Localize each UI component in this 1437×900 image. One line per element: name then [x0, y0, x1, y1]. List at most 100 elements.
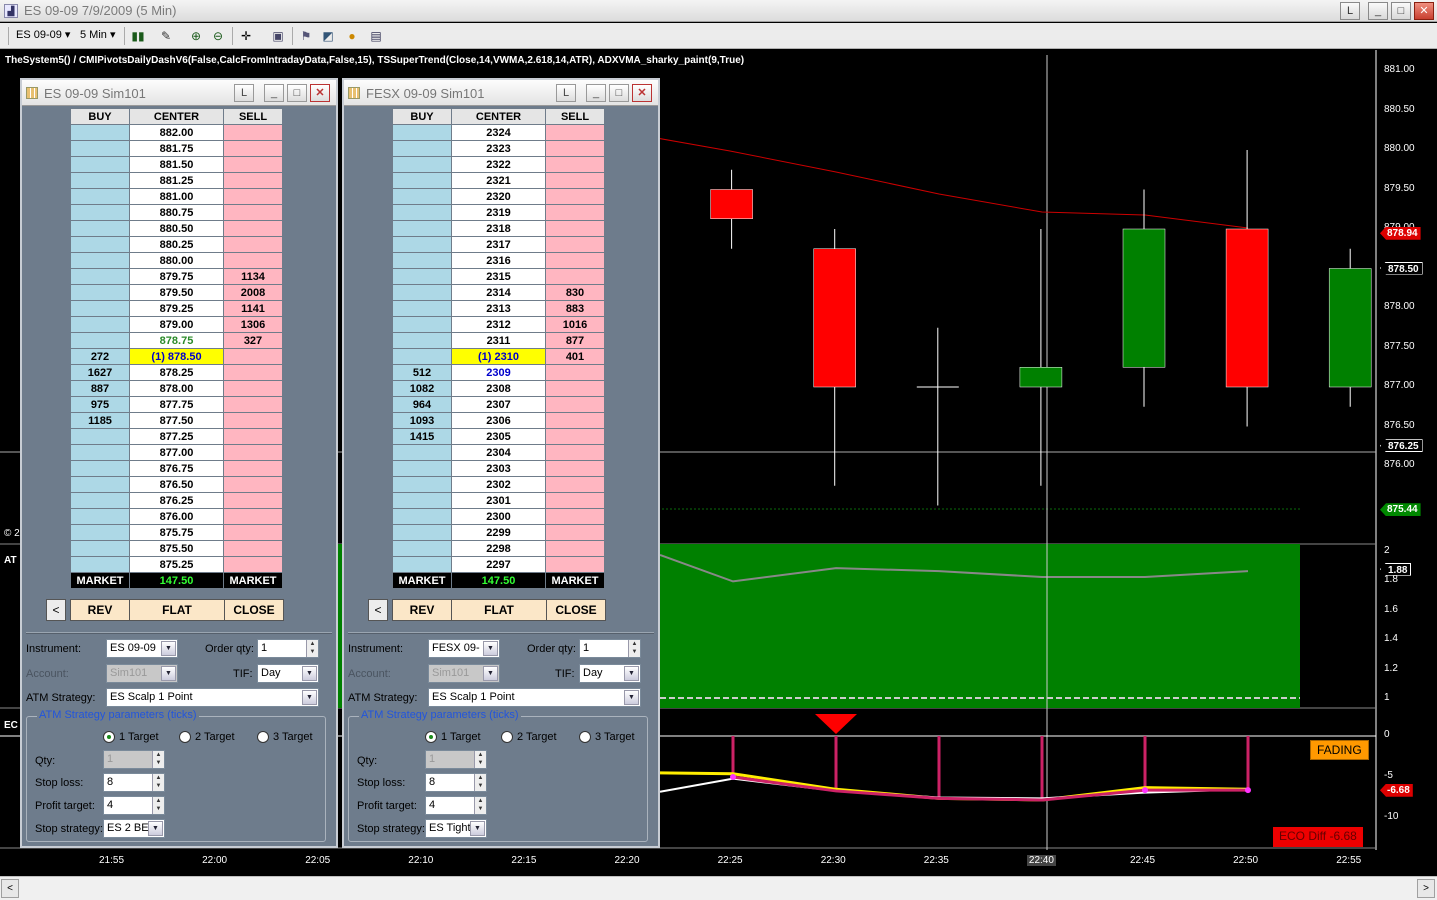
stop-loss-stepper[interactable]: 8 ▲ ▼: [425, 773, 487, 792]
ladder-row[interactable]: 881.75: [70, 140, 283, 157]
instrument-select[interactable]: FESX 09- ▼: [428, 639, 500, 658]
price-cell[interactable]: 879.25: [129, 300, 224, 317]
buy-cell[interactable]: [70, 236, 130, 253]
spinner-icon[interactable]: ▲ ▼: [474, 774, 486, 791]
ladder-row[interactable]: 881.50: [70, 156, 283, 173]
target-radio-2[interactable]: [501, 731, 513, 743]
sell-cell[interactable]: [223, 172, 283, 189]
profit-target-stepper[interactable]: 4 ▲ ▼: [103, 796, 165, 815]
flatten-button[interactable]: FLAT: [451, 599, 547, 621]
maximize-button[interactable]: □: [1391, 2, 1411, 20]
buy-cell[interactable]: [70, 156, 130, 173]
price-cell[interactable]: 877.75: [129, 396, 224, 413]
instrument-selector[interactable]: ES 09-09 ▾: [16, 28, 70, 41]
back-button[interactable]: <: [368, 599, 388, 621]
qty-stepper[interactable]: 1 ▲ ▼: [425, 750, 487, 769]
order-qty-stepper[interactable]: 1 ▲ ▼: [257, 639, 319, 658]
price-cell[interactable]: 2320: [451, 188, 546, 205]
buy-cell[interactable]: 1093: [392, 412, 452, 429]
spinner-icon[interactable]: ▲ ▼: [474, 751, 486, 768]
sell-cell[interactable]: [223, 524, 283, 541]
ladder-row[interactable]: 880.50: [70, 220, 283, 237]
buy-cell[interactable]: [70, 300, 130, 317]
buy-cell[interactable]: 1185: [70, 412, 130, 429]
price-cell[interactable]: 2298: [451, 540, 546, 557]
ladder-row[interactable]: 975 877.75: [70, 396, 283, 413]
stop-strategy-select[interactable]: ES 2 BE ▼: [103, 819, 165, 838]
ladder-row[interactable]: 2318: [392, 220, 605, 237]
price-cell[interactable]: 2304: [451, 444, 546, 461]
flatten-button[interactable]: FLAT: [129, 599, 225, 621]
scroll-left-button[interactable]: <: [1, 879, 19, 898]
ladder-row[interactable]: 877.25: [70, 428, 283, 445]
ladder-row[interactable]: 2301: [392, 492, 605, 509]
price-cell[interactable]: 880.00: [129, 252, 224, 269]
buy-cell[interactable]: [70, 508, 130, 525]
sell-cell[interactable]: [223, 444, 283, 461]
ladder-row[interactable]: 2324: [392, 124, 605, 141]
account-select[interactable]: Sim101 ▼: [106, 664, 178, 683]
close-position-button[interactable]: CLOSE: [224, 599, 284, 621]
ladder-row[interactable]: 1185 877.50: [70, 412, 283, 429]
ladder-row[interactable]: 877.00: [70, 444, 283, 461]
reverse-button[interactable]: REV: [392, 599, 452, 621]
sell-cell[interactable]: [545, 380, 605, 397]
ladder-row[interactable]: 875.75: [70, 524, 283, 541]
target-radio-3[interactable]: [579, 731, 591, 743]
ladder-row[interactable]: 2304: [392, 444, 605, 461]
sell-cell[interactable]: 877: [545, 332, 605, 349]
buy-cell[interactable]: [70, 332, 130, 349]
sell-cell[interactable]: [545, 556, 605, 573]
buy-cell[interactable]: 1082: [392, 380, 452, 397]
ladder-row[interactable]: 512 2309: [392, 364, 605, 381]
ladder-row[interactable]: 2300: [392, 508, 605, 525]
buy-cell[interactable]: [392, 332, 452, 349]
buy-cell[interactable]: [70, 220, 130, 237]
price-cell[interactable]: 877.25: [129, 428, 224, 445]
price-cell[interactable]: 879.75: [129, 268, 224, 285]
buy-cell[interactable]: [70, 428, 130, 445]
ladder-row[interactable]: 876.00: [70, 508, 283, 525]
ladder-row[interactable]: 879.75 1134: [70, 268, 283, 285]
sell-cell[interactable]: [545, 172, 605, 189]
price-cell[interactable]: 2299: [451, 524, 546, 541]
sell-cell[interactable]: [223, 220, 283, 237]
price-cell[interactable]: 875.25: [129, 556, 224, 573]
buy-cell[interactable]: [392, 140, 452, 157]
sell-cell[interactable]: [545, 460, 605, 477]
stop-loss-stepper[interactable]: 8 ▲ ▼: [103, 773, 165, 792]
sell-cell[interactable]: [545, 220, 605, 237]
ladder-row[interactable]: 272 (1) 878.50: [70, 348, 283, 365]
price-cell[interactable]: 882.00: [129, 124, 224, 141]
dom-window-1[interactable]: ES 09-09 Sim101 L _ □ ✕ BUY CENTER SELL …: [20, 78, 338, 848]
indicator-icon[interactable]: ◩: [320, 28, 336, 44]
buy-cell[interactable]: [392, 188, 452, 205]
sell-cell[interactable]: [545, 492, 605, 509]
buy-market-button[interactable]: MARKET: [392, 572, 452, 589]
price-cell[interactable]: 2324: [451, 124, 546, 141]
sell-cell[interactable]: 1134: [223, 268, 283, 285]
price-cell[interactable]: (1) 2310: [451, 348, 546, 365]
buy-cell[interactable]: 964: [392, 396, 452, 413]
price-cell[interactable]: 876.25: [129, 492, 224, 509]
close-button[interactable]: ✕: [310, 84, 330, 102]
price-cell[interactable]: 2311: [451, 332, 546, 349]
instrument-select[interactable]: ES 09-09 ▼: [106, 639, 178, 658]
price-cell[interactable]: 2306: [451, 412, 546, 429]
sell-cell[interactable]: [223, 156, 283, 173]
maximize-button[interactable]: □: [609, 84, 629, 102]
price-cell[interactable]: 877.00: [129, 444, 224, 461]
ladder-row[interactable]: (1) 2310 401: [392, 348, 605, 365]
buy-cell[interactable]: [392, 268, 452, 285]
price-cell[interactable]: 881.75: [129, 140, 224, 157]
ladder-row[interactable]: 2317: [392, 236, 605, 253]
sell-cell[interactable]: [223, 380, 283, 397]
price-cell[interactable]: 2303: [451, 460, 546, 477]
ladder-row[interactable]: 1415 2305: [392, 428, 605, 445]
buy-cell[interactable]: [70, 124, 130, 141]
sell-cell[interactable]: 1141: [223, 300, 283, 317]
bar-type-icon[interactable]: ▮▮: [130, 28, 146, 44]
buy-cell[interactable]: [70, 316, 130, 333]
link-button[interactable]: L: [1340, 2, 1360, 20]
price-cell[interactable]: 879.50: [129, 284, 224, 301]
